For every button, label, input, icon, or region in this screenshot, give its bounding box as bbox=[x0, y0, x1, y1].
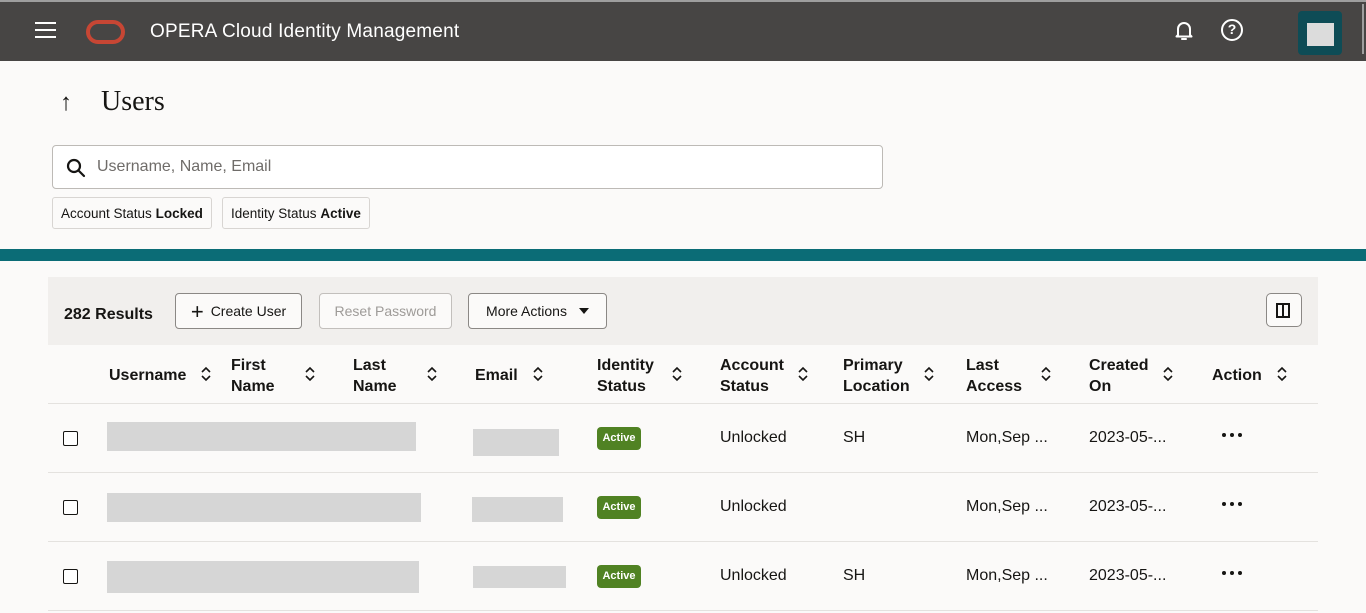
sort-icon[interactable] bbox=[200, 366, 212, 382]
column-header-last-access[interactable]: Last Access bbox=[966, 355, 1022, 397]
account-status-cell: Unlocked bbox=[720, 498, 787, 515]
table-toolbar: 282 Results + Create User Reset Password … bbox=[48, 277, 1318, 345]
row-checkbox[interactable] bbox=[63, 431, 78, 446]
last-access-cell: Mon,Sep ... bbox=[966, 429, 1048, 446]
table-row[interactable]: Active Unlocked SH Mon,Sep ... 2023-05-.… bbox=[48, 404, 1318, 473]
accent-band bbox=[0, 249, 1366, 261]
last-access-cell: Mon,Sep ... bbox=[966, 498, 1048, 515]
sort-icon[interactable] bbox=[1040, 366, 1052, 382]
more-options-icon[interactable] bbox=[1222, 428, 1246, 442]
filter-chip-label: Account Status bbox=[61, 206, 152, 221]
column-header-first-name[interactable]: First Name bbox=[231, 355, 275, 397]
filter-chip-account-status[interactable]: Account Status Locked bbox=[52, 197, 212, 229]
create-user-button[interactable]: + Create User bbox=[175, 293, 302, 329]
redacted-username bbox=[107, 422, 416, 451]
redacted-username bbox=[107, 493, 421, 522]
primary-location-cell: SH bbox=[843, 429, 866, 446]
filter-chip-label: Identity Status bbox=[231, 206, 317, 221]
sort-icon[interactable] bbox=[426, 366, 438, 382]
column-header-last-name[interactable]: Last Name bbox=[353, 355, 397, 397]
create-user-label: Create User bbox=[210, 303, 287, 319]
filter-chip-value: Locked bbox=[155, 206, 203, 221]
sort-icon[interactable] bbox=[1162, 366, 1174, 382]
back-arrow-icon[interactable]: ↑ bbox=[60, 89, 72, 117]
scrollbar[interactable] bbox=[1362, 4, 1364, 54]
last-access-cell: Mon,Sep ... bbox=[966, 567, 1048, 584]
search-field[interactable] bbox=[52, 145, 883, 189]
table-row[interactable]: Active Unlocked Mon,Sep ... 2023-05-... bbox=[48, 473, 1318, 542]
search-input[interactable] bbox=[97, 146, 867, 188]
avatar[interactable] bbox=[1298, 11, 1342, 55]
identity-status-badge: Active bbox=[597, 565, 641, 588]
column-header-primary-location[interactable]: Primary Location bbox=[843, 355, 910, 397]
sort-icon[interactable] bbox=[1276, 366, 1288, 382]
identity-status-badge: Active bbox=[597, 427, 641, 450]
results-count: 282 Results bbox=[64, 306, 153, 323]
caret-down-icon bbox=[578, 308, 589, 314]
primary-location-cell: SH bbox=[843, 567, 866, 584]
app-header: OPERA Cloud Identity Management ? bbox=[0, 0, 1366, 61]
table-header-row: Username First Name Last Name Email Identi… bbox=[48, 345, 1318, 404]
column-header-action[interactable]: Action bbox=[1212, 365, 1262, 386]
app-title: OPERA Cloud Identity Management bbox=[150, 21, 460, 42]
sort-icon[interactable] bbox=[532, 366, 544, 382]
column-header-created-on[interactable]: Created On bbox=[1089, 355, 1149, 397]
sort-icon[interactable] bbox=[671, 366, 683, 382]
redacted-username bbox=[107, 561, 419, 593]
sort-icon[interactable] bbox=[923, 366, 935, 382]
plus-icon: + bbox=[190, 299, 204, 324]
more-options-icon[interactable] bbox=[1222, 497, 1246, 511]
reset-password-label: Reset Password bbox=[334, 303, 437, 319]
column-panel-button[interactable] bbox=[1266, 293, 1302, 327]
more-options-icon[interactable] bbox=[1222, 566, 1246, 580]
search-icon bbox=[66, 158, 86, 178]
column-header-username[interactable]: Username bbox=[109, 365, 186, 386]
row-checkbox[interactable] bbox=[63, 569, 78, 584]
created-on-cell: 2023-05-... bbox=[1089, 567, 1167, 584]
avatar-image bbox=[1307, 23, 1334, 46]
created-on-cell: 2023-05-... bbox=[1089, 498, 1167, 515]
column-header-identity-status[interactable]: Identity Status bbox=[597, 355, 654, 397]
sort-icon[interactable] bbox=[797, 366, 809, 382]
column-header-email[interactable]: Email bbox=[475, 365, 518, 386]
redacted-email bbox=[473, 429, 559, 456]
more-actions-button[interactable]: More Actions bbox=[468, 293, 607, 329]
created-on-cell: 2023-05-... bbox=[1089, 429, 1167, 446]
column-header-account-status[interactable]: Account Status bbox=[720, 355, 784, 397]
filter-chip-identity-status[interactable]: Identity Status Active bbox=[222, 197, 370, 229]
identity-status-badge: Active bbox=[597, 496, 641, 519]
help-icon[interactable]: ? bbox=[1221, 19, 1243, 41]
table-row[interactable]: Active Unlocked SH Mon,Sep ... 2023-05-.… bbox=[48, 542, 1318, 611]
sort-icon[interactable] bbox=[304, 366, 316, 382]
hamburger-menu-icon[interactable] bbox=[35, 22, 56, 38]
row-checkbox[interactable] bbox=[63, 500, 78, 515]
account-status-cell: Unlocked bbox=[720, 567, 787, 584]
more-actions-label: More Actions bbox=[486, 303, 567, 319]
redacted-email bbox=[472, 497, 563, 522]
oracle-logo bbox=[86, 20, 125, 44]
filter-chip-value: Active bbox=[320, 206, 361, 221]
redacted-email bbox=[473, 566, 566, 588]
account-status-cell: Unlocked bbox=[720, 429, 787, 446]
bell-icon[interactable] bbox=[1172, 18, 1196, 42]
page-title: Users bbox=[101, 86, 165, 117]
reset-password-button[interactable]: Reset Password bbox=[319, 293, 452, 329]
